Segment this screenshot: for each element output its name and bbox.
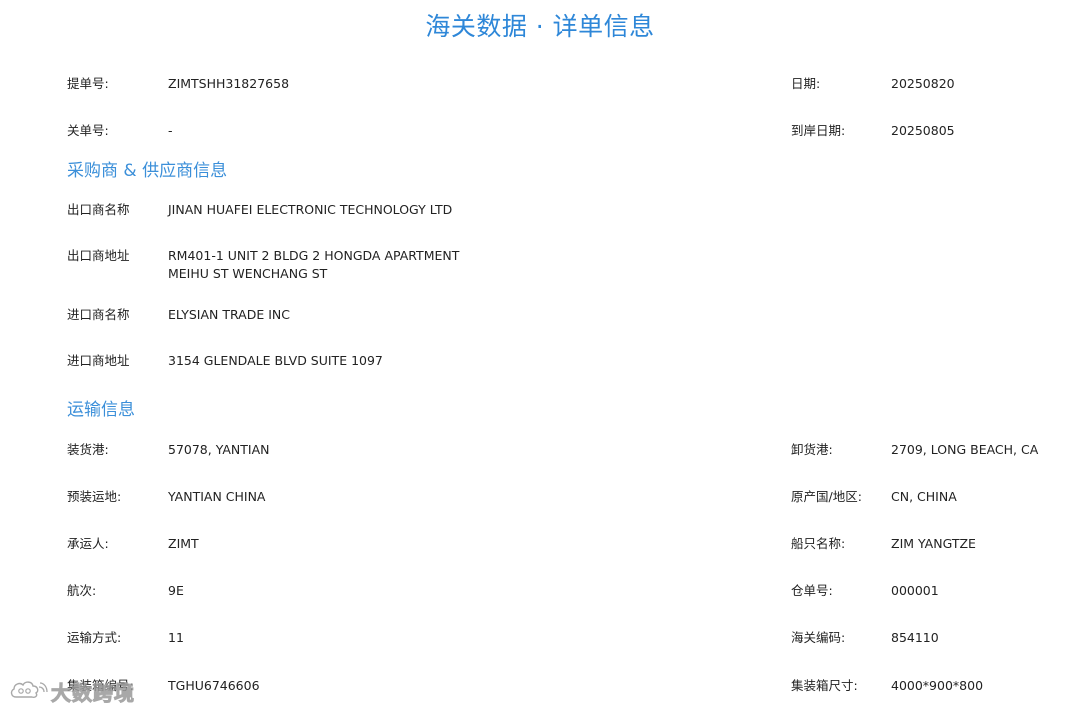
exporter-name-label: 出口商名称 bbox=[67, 202, 130, 217]
master-no-value: - bbox=[168, 123, 173, 138]
transport-section-title: 运输信息 bbox=[67, 400, 135, 420]
exporter-address-line2: MEIHU ST WENCHANG ST bbox=[168, 266, 328, 281]
voyage-label: 航次: bbox=[67, 583, 97, 598]
hs-code-value: 854110 bbox=[891, 630, 939, 645]
carrier-value: ZIMT bbox=[168, 536, 199, 551]
page-title: 海关数据 · 详单信息 bbox=[425, 12, 655, 41]
parties-section-title: 采购商 & 供应商信息 bbox=[67, 161, 228, 181]
transport-mode-value: 11 bbox=[168, 630, 184, 645]
transport-mode-label: 运输方式: bbox=[67, 630, 122, 645]
importer-address-value: 3154 GLENDALE BLVD SUITE 1097 bbox=[168, 353, 383, 368]
loading-port-label: 装货港: bbox=[67, 442, 109, 457]
bill-no-value: ZIMTSHH31827658 bbox=[168, 76, 290, 91]
loading-port-value: 57078, YANTIAN bbox=[168, 442, 270, 457]
hs-code-label: 海关编码: bbox=[791, 630, 846, 645]
date-value: 20250820 bbox=[891, 76, 955, 91]
carrier-label: 承运人: bbox=[67, 536, 109, 551]
arrival-date-value: 20250805 bbox=[891, 123, 955, 138]
exporter-address-label: 出口商地址 bbox=[67, 248, 130, 263]
container-size-value: 4000*900*800 bbox=[891, 678, 984, 693]
watermark: 大数跨境 bbox=[8, 678, 135, 707]
watermark-text: 大数跨境 bbox=[51, 680, 135, 705]
manifest-no-value: 000001 bbox=[891, 583, 939, 598]
pre-shipment-place-value: YANTIAN CHINA bbox=[168, 489, 266, 504]
arrival-date-label: 到岸日期: bbox=[791, 123, 846, 138]
manifest-no-label: 仓单号: bbox=[791, 583, 833, 598]
discharge-port-label: 卸货港: bbox=[791, 442, 833, 457]
container-size-label: 集装箱尺寸: bbox=[791, 678, 858, 693]
container-no-value: TGHU6746606 bbox=[168, 678, 260, 693]
date-label: 日期: bbox=[791, 76, 821, 91]
voyage-value: 9E bbox=[168, 583, 184, 598]
importer-address-label: 进口商地址 bbox=[67, 353, 130, 368]
vessel-name-value: ZIM YANGTZE bbox=[891, 536, 976, 551]
origin-country-value: CN, CHINA bbox=[891, 489, 957, 504]
master-no-label: 关单号: bbox=[67, 123, 109, 138]
exporter-name-value: JINAN HUAFEI ELECTRONIC TECHNOLOGY LTD bbox=[168, 202, 453, 217]
discharge-port-value: 2709, LONG BEACH, CA bbox=[891, 442, 1039, 457]
importer-name-value: ELYSIAN TRADE INC bbox=[168, 307, 290, 322]
bill-no-label: 提单号: bbox=[67, 76, 109, 91]
weibo-cloud-logo-icon bbox=[8, 678, 48, 707]
vessel-name-label: 船只名称: bbox=[791, 536, 846, 551]
exporter-address-line1: RM401-1 UNIT 2 BLDG 2 HONGDA APARTMENT bbox=[168, 248, 460, 263]
importer-name-label: 进口商名称 bbox=[67, 307, 130, 322]
origin-country-label: 原产国/地区: bbox=[791, 489, 862, 504]
pre-shipment-place-label: 预装运地: bbox=[67, 489, 122, 504]
